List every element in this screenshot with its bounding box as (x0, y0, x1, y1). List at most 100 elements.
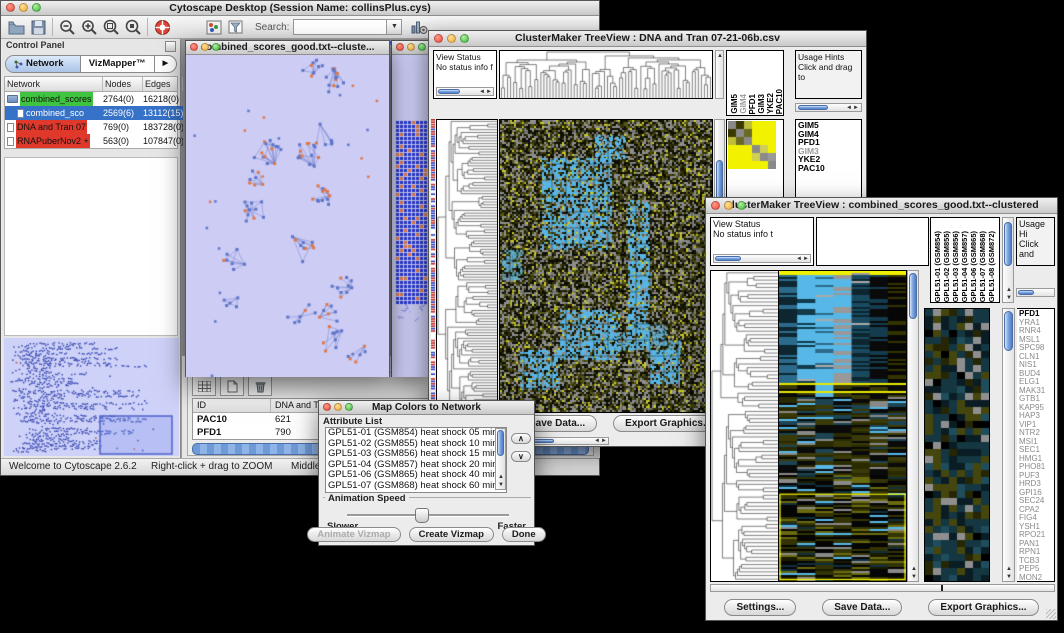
tab-vizmapper[interactable]: VizMapper™ (81, 56, 154, 72)
network-list-row[interactable]: combined_scores 2764(0) 16218(0) (5, 92, 177, 106)
network-canvas[interactable] (186, 55, 389, 377)
minimize-button[interactable] (334, 403, 342, 411)
new-attribute-icon[interactable] (220, 376, 244, 396)
map-dialog-titlebar[interactable]: Map Colors to Network (319, 401, 534, 415)
tab-network[interactable]: Network (6, 56, 81, 72)
network-list-row[interactable]: RNAPuberNov2 + 563(0) 107847(0) (5, 134, 177, 148)
column-label: GIM4 (739, 94, 748, 114)
save-session-icon[interactable] (27, 17, 49, 37)
move-attribute-down-button[interactable]: ∨ (511, 451, 531, 462)
network-table-body: combined_scores 2764(0) 16218(0) combine… (5, 92, 177, 148)
column-header[interactable]: Edges (143, 77, 183, 91)
gene-label[interactable]: PAC10 (798, 164, 861, 173)
tv2-labels-scrollbar[interactable]: ▲▼ (1002, 217, 1014, 303)
tv1-gene-dendrogram[interactable] (436, 119, 498, 413)
close-button[interactable] (190, 43, 198, 51)
close-button[interactable] (6, 3, 15, 12)
minimize-button[interactable] (19, 3, 28, 12)
view-status-info: No status info t (713, 229, 773, 239)
zoom-selected-icon[interactable] (122, 17, 144, 37)
zoom-fit-icon[interactable] (100, 17, 122, 37)
help-lifesaver-icon[interactable] (151, 17, 173, 37)
open-session-icon[interactable] (5, 17, 27, 37)
tv2-gene-dendrogram[interactable] (710, 270, 778, 582)
float-panel-icon[interactable] (165, 41, 176, 52)
zoom-button[interactable] (460, 34, 469, 43)
tv2-global-heatmap[interactable] (778, 270, 907, 582)
minimize-button[interactable] (201, 43, 209, 51)
chevron-right-icon: ▶ (163, 56, 168, 72)
tv2-hscrollbar[interactable] (710, 584, 1055, 592)
dialog-button[interactable]: Animate Vizmap (307, 527, 400, 542)
tv2-zoom-heatmap[interactable] (924, 308, 990, 582)
speed-slider-thumb[interactable] (415, 508, 429, 523)
attribute-list-item[interactable]: GPL51-01 (GSM854) heat shock 05 min (326, 428, 506, 439)
column-header[interactable]: Network (5, 77, 103, 91)
resize-grip[interactable] (1046, 609, 1056, 619)
attribute-list-item[interactable]: GPL51-07 (GSM868) heat shock 60 min (326, 481, 506, 492)
tv1-array-dendrogram[interactable] (499, 50, 713, 99)
tab-vizmapper-label: VizMapper™ (89, 56, 146, 72)
search-dropdown-arrow[interactable]: ▼ (387, 19, 402, 35)
zoom-button[interactable] (737, 201, 746, 210)
delete-attribute-icon[interactable] (248, 376, 272, 396)
birdseye-overview[interactable] (4, 338, 179, 456)
treeview2-window: ClusterMaker TreeView : combined_scores_… (705, 197, 1058, 621)
treeview-button[interactable]: Settings... (724, 599, 796, 616)
close-button[interactable] (396, 43, 404, 51)
zoom-heatmap-canvas (925, 309, 989, 581)
network-list-row[interactable]: DNA and Tran 07 769(0) 183728(0) (5, 120, 177, 134)
tv2-array-dendrogram[interactable] (816, 217, 929, 266)
attribute-list-scrollbar[interactable]: ▲▼ (495, 428, 506, 490)
attribute-list-item[interactable]: GPL51-06 (GSM865) heat shock 40 min (326, 470, 506, 481)
view-status-scrollbar[interactable]: ◄► (436, 87, 494, 96)
column-header[interactable]: Nodes (103, 77, 143, 91)
treeview1-titlebar[interactable]: ClusterMaker TreeView : DNA and Tran 07-… (429, 31, 866, 47)
tv1-global-heatmap[interactable] (499, 119, 713, 413)
zoom-button[interactable] (345, 403, 353, 411)
network-canvas-grid[interactable] (392, 55, 429, 377)
gene-label[interactable]: MON2 (1019, 574, 1054, 583)
minimize-button[interactable] (447, 34, 456, 43)
zoom-button[interactable] (418, 43, 426, 51)
zoom-in-icon[interactable] (78, 17, 100, 37)
tv1-mini-scrollbar[interactable]: ▲ (715, 50, 724, 99)
view-status-scrollbar[interactable]: ◄► (713, 254, 811, 263)
control-panel-header: Control Panel (2, 39, 180, 54)
zoom-button[interactable] (32, 3, 41, 12)
move-attribute-up-button[interactable]: ∧ (511, 433, 531, 444)
attribute-list-item[interactable]: GPL51-03 (GSM856) heat shock 15 min (326, 449, 506, 460)
network-window-1: combined_scores_good.txt--cluste... (185, 40, 390, 377)
attribute-listbox[interactable]: GPL51-01 (GSM854) heat shock 05 min GPL51… (325, 427, 507, 493)
network-table-header[interactable]: NetworkNodesEdges (5, 77, 177, 92)
select-attributes-icon[interactable] (192, 376, 216, 396)
attribute-column-header[interactable]: ID (193, 399, 271, 412)
close-button[interactable] (434, 34, 443, 43)
network-name: combined_scores (20, 92, 93, 106)
tv1-usage-scrollbar[interactable]: ◄► (795, 103, 862, 112)
close-button[interactable] (323, 403, 331, 411)
tab-overflow-arrow[interactable]: ▶ (154, 56, 176, 72)
tv2-usage-scrollbar[interactable] (1016, 288, 1055, 297)
network-window-2-titlebar[interactable] (392, 41, 429, 55)
minimize-button[interactable] (724, 201, 733, 210)
minimize-button[interactable] (407, 43, 415, 51)
search-combobox[interactable]: ▼ (293, 19, 402, 35)
treeview2-titlebar[interactable]: ClusterMaker TreeView : combined_scores_… (706, 198, 1057, 214)
tv2-vscrollbar-2[interactable]: ▲▼ (1002, 308, 1015, 582)
network-list-row[interactable]: combined_sco 2569(6) 13112(15) (5, 106, 177, 120)
vizmapper-icon[interactable] (203, 17, 225, 37)
main-title-bar[interactable]: Cytoscape Desktop (Session Name: collins… (1, 1, 599, 16)
treeview-button[interactable]: Save Data... (822, 599, 902, 616)
global-heatmap-canvas (500, 120, 712, 412)
treeview-button[interactable]: Export Graphics... (928, 599, 1038, 616)
tv2-vscrollbar-1[interactable]: ▲▼ (907, 270, 919, 582)
map-colors-dialog: Map Colors to Network Attribute List GPL… (318, 400, 535, 546)
dialog-button[interactable]: Done (502, 527, 546, 542)
filter-icon[interactable] (225, 17, 247, 37)
close-button[interactable] (711, 201, 720, 210)
zoom-button[interactable] (212, 43, 220, 51)
network-window-1-titlebar[interactable]: combined_scores_good.txt--cluste... (186, 41, 389, 55)
zoom-out-icon[interactable] (56, 17, 78, 37)
dialog-button[interactable]: Create Vizmap (409, 527, 494, 542)
